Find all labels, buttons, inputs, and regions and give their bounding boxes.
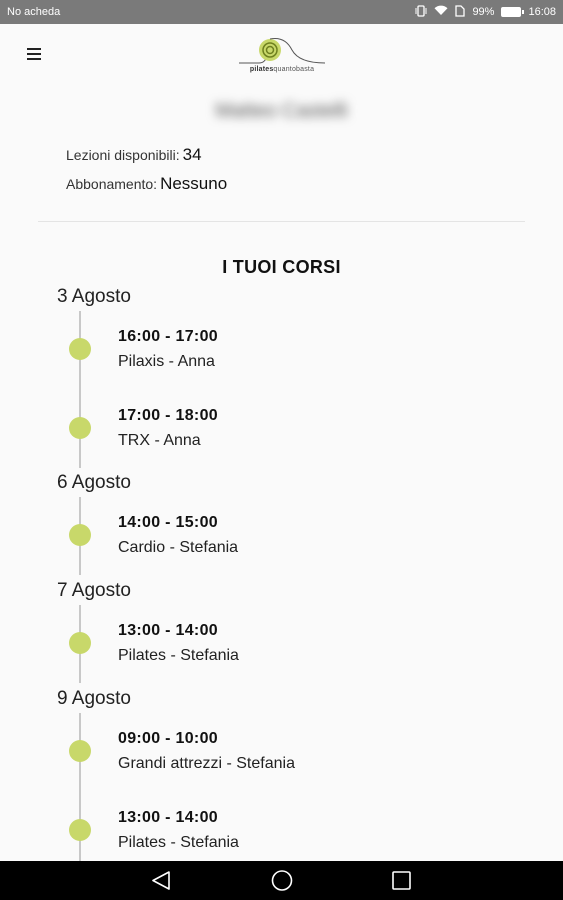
date-header: 6 Agosto bbox=[57, 472, 131, 493]
logo-text: pilatesquantobasta bbox=[249, 66, 315, 73]
app-bar: pilatesquantobasta bbox=[0, 24, 563, 84]
timeline-line bbox=[79, 311, 81, 468]
course-name[interactable]: Pilates - Stefania bbox=[118, 834, 239, 852]
app-logo: pilatesquantobasta bbox=[237, 36, 327, 76]
clock: 16:08 bbox=[528, 6, 556, 18]
course-time: 16:00 - 17:00 bbox=[118, 328, 218, 345]
divider bbox=[38, 221, 525, 222]
home-icon[interactable] bbox=[252, 861, 312, 900]
course-name[interactable]: Pilaxis - Anna bbox=[118, 353, 215, 371]
hamburger-menu-icon[interactable] bbox=[27, 48, 41, 60]
back-icon[interactable] bbox=[131, 861, 191, 900]
course-time: 13:00 - 14:00 bbox=[118, 809, 218, 826]
lessons-label: Lezioni disponibili: bbox=[66, 147, 180, 163]
date-header: 7 Agosto bbox=[57, 580, 131, 601]
course-name[interactable]: Cardio - Stefania bbox=[118, 539, 238, 557]
timeline-dot bbox=[69, 632, 91, 654]
course-time: 17:00 - 18:00 bbox=[118, 407, 218, 424]
logo-spiral-icon bbox=[239, 38, 326, 64]
timeline-dot bbox=[69, 524, 91, 546]
battery-percent: 99% bbox=[472, 6, 495, 18]
course-time: 09:00 - 10:00 bbox=[118, 730, 218, 747]
lessons-value: 34 bbox=[182, 145, 202, 164]
sim-icon bbox=[455, 4, 466, 20]
profile-name: Matteo Castelli bbox=[215, 100, 348, 122]
date-header: 9 Agosto bbox=[57, 688, 131, 709]
timeline-dot bbox=[69, 338, 91, 360]
recents-icon[interactable] bbox=[372, 861, 432, 900]
status-bar: No acheda 99% 16:08 bbox=[0, 0, 563, 24]
course-time: 13:00 - 14:00 bbox=[118, 622, 218, 639]
courses-title: I TUOI CORSI bbox=[222, 257, 341, 277]
lessons-row: Lezioni disponibili: 34 bbox=[66, 145, 202, 165]
course-name[interactable]: Pilates - Stefania bbox=[118, 647, 239, 665]
subscription-row: Abbonamento: Nessuno bbox=[66, 174, 227, 194]
vibrate-icon bbox=[415, 4, 427, 20]
wifi-icon bbox=[434, 5, 448, 19]
system-nav-bar bbox=[0, 861, 563, 900]
timeline-dot bbox=[69, 417, 91, 439]
carrier-label: No acheda bbox=[7, 6, 61, 18]
course-name[interactable]: Grandi attrezzi - Stefania bbox=[118, 755, 295, 773]
date-header: 3 Agosto bbox=[57, 286, 131, 307]
course-time: 14:00 - 15:00 bbox=[118, 514, 218, 531]
battery-icon bbox=[501, 7, 525, 17]
timeline-dot bbox=[69, 819, 91, 841]
subscription-value: Nessuno bbox=[160, 174, 228, 193]
course-name[interactable]: TRX - Anna bbox=[118, 432, 201, 450]
timeline-dot bbox=[69, 740, 91, 762]
subscription-label: Abbonamento: bbox=[66, 176, 158, 192]
